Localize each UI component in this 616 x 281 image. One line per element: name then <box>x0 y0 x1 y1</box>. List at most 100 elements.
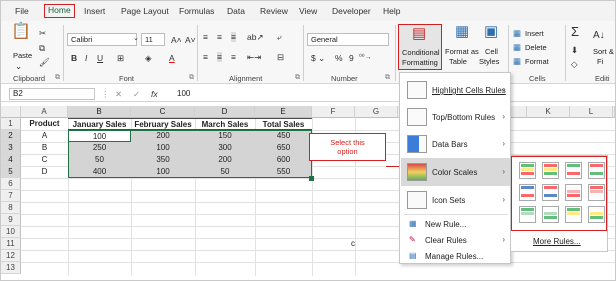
name-box[interactable]: B2 <box>9 88 95 100</box>
menu-item-color-scales[interactable]: Color Scales › <box>401 158 510 186</box>
autosum-icon[interactable]: Σ <box>571 25 579 38</box>
cell-stray-text[interactable]: c <box>349 238 357 250</box>
row-header[interactable]: 4 <box>1 154 21 166</box>
row-header[interactable]: 10 <box>1 226 21 238</box>
decrease-font-icon[interactable]: A˅ <box>185 35 196 45</box>
percent-icon[interactable]: % <box>335 53 343 63</box>
more-rules-link[interactable]: More Rules... <box>533 237 581 246</box>
number-format-select[interactable]: General <box>307 33 389 46</box>
row-header[interactable]: 8 <box>1 202 21 214</box>
cell-value[interactable]: 50 <box>68 154 131 166</box>
cell-value[interactable]: 250 <box>68 142 131 154</box>
column-header-d[interactable]: D <box>195 106 255 118</box>
wrap-text-icon[interactable]: ⤶ <box>277 32 282 42</box>
column-header-e[interactable]: E <box>255 106 312 118</box>
menu-item-data-bars[interactable]: Data Bars › <box>401 131 510 157</box>
tab-review[interactable]: Review <box>260 6 288 16</box>
row-header[interactable]: 6 <box>1 178 21 190</box>
cell-value[interactable]: 50 <box>195 166 255 178</box>
menu-item-manage-rules[interactable]: ▤ Manage Rules... <box>401 249 510 264</box>
tab-file[interactable]: File <box>15 6 29 16</box>
cell-product[interactable]: B <box>21 142 68 154</box>
select-all-corner[interactable] <box>1 106 21 118</box>
format-label[interactable]: Format <box>525 57 549 66</box>
fill-icon[interactable]: ⬇ <box>571 45 578 55</box>
cell-product[interactable]: A <box>21 130 68 142</box>
align-top-icon[interactable]: ≡ <box>203 32 208 42</box>
align-center-icon[interactable]: ≡ <box>217 52 222 62</box>
dialog-launcher-icon[interactable]: ⧉ <box>295 74 300 82</box>
increase-font-icon[interactable]: A˄ <box>171 35 182 45</box>
currency-icon[interactable]: $ ⌄ <box>311 53 325 63</box>
menu-item-top-bottom[interactable]: Top/Bottom Rules › <box>401 104 510 130</box>
cut-icon[interactable]: ✂ <box>39 28 46 38</box>
column-header-f[interactable]: F <box>312 106 355 118</box>
chevron-down-icon[interactable]: ⌄ <box>133 34 139 44</box>
row-header[interactable]: 7 <box>1 190 21 202</box>
row-header[interactable]: 3 <box>1 142 21 154</box>
cell-value[interactable]: 200 <box>131 130 195 142</box>
paste-icon[interactable]: 📋 <box>11 24 31 40</box>
format-painter-icon[interactable]: 🖌 <box>39 57 50 67</box>
dialog-launcher-icon[interactable]: ⧉ <box>385 74 390 82</box>
tab-home[interactable]: Home <box>44 4 75 18</box>
clear-icon[interactable]: ◇ <box>571 59 578 69</box>
dialog-launcher-icon[interactable]: ⧉ <box>55 74 60 82</box>
column-header-c[interactable]: C <box>131 106 195 118</box>
align-bottom-icon[interactable]: ≡ <box>231 32 236 42</box>
decimal-icon[interactable]: ⁰⁰→ <box>359 53 372 63</box>
insert-cells-icon[interactable]: ▦ <box>513 28 521 38</box>
tab-formulas[interactable]: Formulas <box>179 6 214 16</box>
tab-help[interactable]: Help <box>383 6 400 16</box>
fill-handle[interactable] <box>309 176 314 181</box>
column-header-m[interactable] <box>613 106 615 118</box>
row-header[interactable]: 1 <box>1 118 21 130</box>
row-header[interactable]: 2 <box>1 130 21 142</box>
cell-value[interactable]: 450 <box>255 130 312 142</box>
font-name-select[interactable]: Calibri <box>67 33 137 46</box>
italic-icon[interactable]: I <box>85 53 87 63</box>
header-product[interactable]: Product <box>21 118 68 130</box>
menu-item-clear-rules[interactable]: ✎ Clear Rules › <box>401 233 510 248</box>
format-as-table-icon[interactable]: ▦ <box>455 24 469 39</box>
row-header[interactable]: 12 <box>1 250 21 262</box>
tab-view[interactable]: View <box>299 6 317 16</box>
function-icon[interactable]: fx <box>151 89 158 99</box>
cell-value[interactable]: 200 <box>195 154 255 166</box>
header-january[interactable]: January Sales <box>68 118 131 130</box>
cell-value[interactable]: 550 <box>255 166 312 178</box>
align-middle-icon[interactable]: ≡ <box>217 32 222 42</box>
cell-value[interactable]: 350 <box>131 154 195 166</box>
cell-styles-icon[interactable]: ▣ <box>484 24 498 39</box>
format-cells-icon[interactable]: ▦ <box>513 56 521 66</box>
merge-center-icon[interactable]: ⊟ <box>277 52 284 62</box>
column-header-a[interactable]: A <box>21 106 68 118</box>
cell-value[interactable]: 600 <box>255 154 312 166</box>
row-header[interactable]: 5 <box>1 166 21 178</box>
tab-developer[interactable]: Developer <box>332 6 371 16</box>
row-header[interactable]: 13 <box>1 262 21 274</box>
align-right-icon[interactable]: ≡ <box>231 52 236 62</box>
sort-filter-icon[interactable]: A↓ <box>593 31 605 41</box>
header-total[interactable]: Total Sales <box>255 118 312 130</box>
header-march[interactable]: March Sales <box>195 118 255 130</box>
cell-value[interactable]: 150 <box>195 130 255 142</box>
cell-active[interactable]: 100 <box>68 130 131 142</box>
font-size-select[interactable]: 11 <box>141 33 165 46</box>
row-header[interactable]: 11 <box>1 238 21 250</box>
tab-insert[interactable]: Insert <box>84 6 105 16</box>
column-header-k[interactable]: K <box>527 106 570 118</box>
copy-icon[interactable]: ⧉ <box>39 43 45 53</box>
delete-label[interactable]: Delete <box>525 43 547 52</box>
cell-value[interactable]: 100 <box>131 166 195 178</box>
borders-icon[interactable]: ⊞ <box>117 53 124 63</box>
fill-color-icon[interactable]: ◈ <box>145 53 152 63</box>
delete-cells-icon[interactable]: ▦ <box>513 42 521 52</box>
cell-value[interactable]: 650 <box>255 142 312 154</box>
menu-item-highlight-cells[interactable]: Highlight Cells Rules › <box>401 77 510 103</box>
font-color-icon[interactable]: A <box>169 53 175 63</box>
cell-product[interactable]: D <box>21 166 68 178</box>
insert-label[interactable]: Insert <box>525 29 544 38</box>
bold-icon[interactable]: B <box>71 53 77 63</box>
orientation-icon[interactable]: ab↗ <box>247 32 264 42</box>
